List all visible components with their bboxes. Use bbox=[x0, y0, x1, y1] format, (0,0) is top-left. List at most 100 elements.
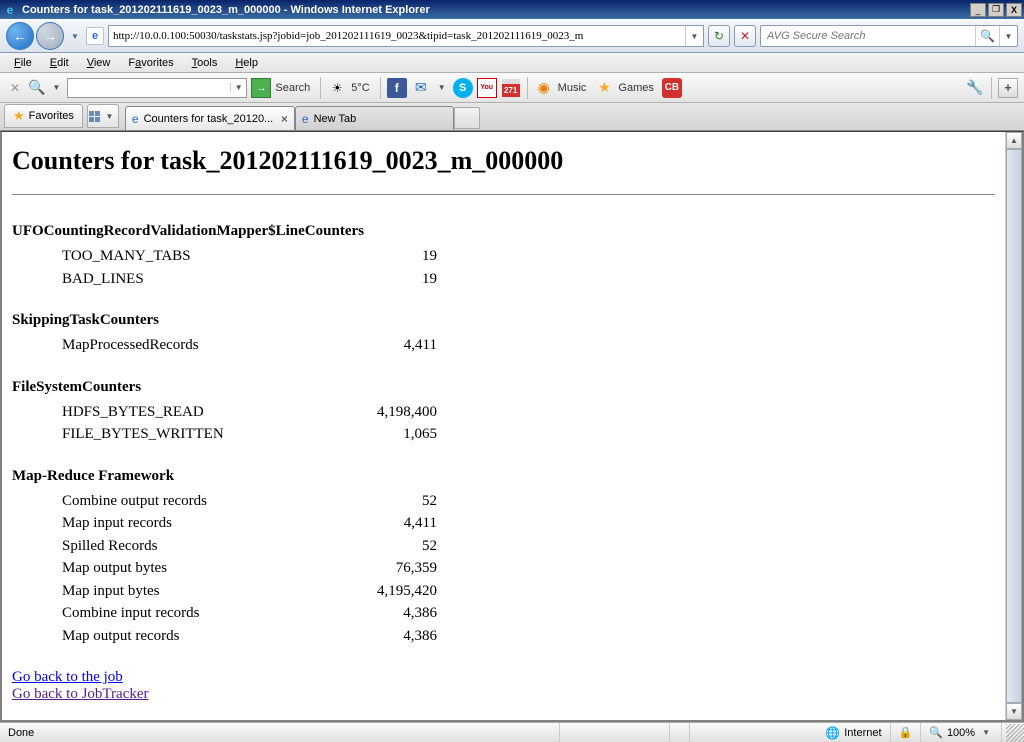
refresh-button[interactable]: ↻ bbox=[708, 25, 730, 47]
zoom-level: 100% bbox=[947, 727, 975, 739]
counter-group: UFOCountingRecordValidationMapper$LineCo… bbox=[12, 223, 995, 290]
counter-value: 4,386 bbox=[347, 602, 437, 625]
resize-grip[interactable] bbox=[1006, 724, 1024, 742]
toolbar-search-box[interactable]: ▼ bbox=[67, 78, 247, 98]
link-go-back-jobtracker[interactable]: Go back to JobTracker bbox=[12, 686, 995, 703]
address-bar[interactable]: ▼ bbox=[108, 25, 704, 47]
games-icon[interactable]: ★ bbox=[594, 78, 614, 98]
counter-name: MapProcessedRecords bbox=[12, 334, 347, 357]
browser-search-box[interactable]: 🔍 ▼ bbox=[760, 25, 1018, 47]
counter-value: 52 bbox=[347, 535, 437, 558]
quick-tabs-button[interactable]: ▼ bbox=[87, 104, 119, 128]
counter-value: 76,359 bbox=[347, 557, 437, 580]
toolbar-search-dropdown[interactable]: ▼ bbox=[230, 83, 246, 92]
window-titlebar: e Counters for task_201202111619_0023_m_… bbox=[0, 0, 1024, 19]
vertical-scrollbar[interactable]: ▲ ▼ bbox=[1005, 132, 1022, 720]
counter-row: Spilled Records52 bbox=[12, 535, 995, 558]
music-label[interactable]: Music bbox=[558, 82, 591, 94]
menu-file[interactable]: File bbox=[6, 55, 40, 71]
counter-name: Combine output records bbox=[12, 490, 347, 513]
counter-group: FileSystemCountersHDFS_BYTES_READ4,198,4… bbox=[12, 379, 995, 446]
menu-help[interactable]: Help bbox=[227, 55, 266, 71]
recent-pages-dropdown[interactable]: ▼ bbox=[68, 26, 82, 46]
search-icon: 🔍 bbox=[28, 79, 45, 96]
favorites-button[interactable]: ★ Favorites bbox=[4, 104, 83, 128]
tab-title: New Tab bbox=[314, 113, 357, 125]
counter-name: Map input records bbox=[12, 512, 347, 535]
counter-row: Combine output records52 bbox=[12, 490, 995, 513]
link-go-back-job[interactable]: Go back to the job bbox=[12, 669, 995, 686]
page-body: Counters for task_201202111619_0023_m_00… bbox=[2, 132, 1005, 720]
search-provider-dropdown[interactable]: ▼ bbox=[50, 83, 64, 92]
calendar-icon[interactable]: 271 bbox=[501, 78, 521, 98]
music-icon[interactable]: ◉ bbox=[534, 78, 554, 98]
counter-name: BAD_LINES bbox=[12, 268, 347, 291]
address-dropdown[interactable]: ▼ bbox=[685, 26, 703, 46]
counter-row: Map output records4,386 bbox=[12, 625, 995, 648]
counter-group-title: UFOCountingRecordValidationMapper$LineCo… bbox=[12, 223, 995, 240]
menu-edit[interactable]: Edit bbox=[42, 55, 77, 71]
counter-value: 52 bbox=[347, 490, 437, 513]
counter-group-title: Map-Reduce Framework bbox=[12, 468, 995, 485]
toolbar-search-input[interactable] bbox=[68, 82, 230, 94]
counter-value: 4,198,400 bbox=[347, 401, 437, 424]
counter-value: 4,386 bbox=[347, 625, 437, 648]
browser-search-go[interactable]: 🔍 bbox=[975, 26, 999, 46]
navigation-bar: ← → ▼ e ▼ ↻ ✕ 🔍 ▼ bbox=[0, 19, 1024, 53]
page-heading: Counters for task_201202111619_0023_m_00… bbox=[12, 146, 995, 176]
menu-tools[interactable]: Tools bbox=[184, 55, 226, 71]
weather-icon[interactable]: ☀ bbox=[327, 78, 347, 98]
content-area: Counters for task_201202111619_0023_m_00… bbox=[0, 131, 1024, 722]
menu-bar: File Edit View Favorites Tools Help bbox=[0, 53, 1024, 73]
tab-active[interactable]: e Counters for task_20120... × bbox=[125, 106, 295, 130]
counter-name: Spilled Records bbox=[12, 535, 347, 558]
close-button[interactable]: X bbox=[1006, 3, 1022, 17]
new-tab-button[interactable] bbox=[454, 107, 480, 129]
zoom-icon: 🔍 bbox=[929, 726, 943, 739]
tab-strip: ★ Favorites ▼ e Counters for task_20120.… bbox=[0, 103, 1024, 131]
counter-name: TOO_MANY_TABS bbox=[12, 245, 347, 268]
games-label[interactable]: Games bbox=[618, 82, 657, 94]
scroll-down-button[interactable]: ▼ bbox=[1006, 703, 1022, 720]
scroll-up-button[interactable]: ▲ bbox=[1006, 132, 1022, 149]
facebook-icon[interactable]: f bbox=[387, 78, 407, 98]
youtube-icon[interactable]: You bbox=[477, 78, 497, 98]
counter-row: Map output bytes76,359 bbox=[12, 557, 995, 580]
browser-search-dropdown[interactable]: ▼ bbox=[999, 26, 1017, 46]
maximize-button[interactable]: ❐ bbox=[988, 3, 1004, 17]
cb-icon[interactable]: CB bbox=[662, 78, 682, 98]
counter-value: 19 bbox=[347, 245, 437, 268]
minimize-button[interactable]: _ bbox=[970, 3, 986, 17]
menu-view[interactable]: View bbox=[79, 55, 119, 71]
skype-icon[interactable]: S bbox=[453, 78, 473, 98]
tab-close-icon[interactable]: × bbox=[281, 112, 288, 126]
tab-title: Counters for task_20120... bbox=[144, 113, 274, 125]
security-zone[interactable]: 🌐 Internet bbox=[817, 723, 890, 742]
counter-value: 19 bbox=[347, 268, 437, 291]
address-input[interactable] bbox=[109, 30, 685, 42]
counter-name: Combine input records bbox=[12, 602, 347, 625]
forward-button[interactable]: → bbox=[36, 22, 64, 50]
protected-mode[interactable]: 🔒 bbox=[891, 723, 922, 742]
counter-row: FILE_BYTES_WRITTEN1,065 bbox=[12, 423, 995, 446]
mail-icon[interactable]: ✉ bbox=[411, 78, 431, 98]
scroll-thumb[interactable] bbox=[1006, 149, 1022, 703]
add-toolbar-button[interactable]: + bbox=[998, 78, 1018, 98]
tab-favicon: e bbox=[302, 112, 309, 126]
mail-dropdown[interactable]: ▼ bbox=[435, 83, 449, 92]
weather-temp: 5°C bbox=[351, 82, 373, 94]
lock-icon: 🔒 bbox=[899, 726, 913, 739]
tools-icon[interactable]: 🔧 bbox=[965, 78, 985, 98]
back-button[interactable]: ← bbox=[6, 22, 34, 50]
menu-favorites[interactable]: Favorites bbox=[120, 55, 181, 71]
stop-button[interactable]: ✕ bbox=[734, 25, 756, 47]
counter-name: Map input bytes bbox=[12, 580, 347, 603]
tab-favicon: e bbox=[132, 112, 139, 126]
zoom-control[interactable]: 🔍 100% ▼ bbox=[921, 723, 1002, 742]
toolbar-search-go[interactable]: → bbox=[251, 78, 271, 98]
toolbar-close-icon[interactable]: ✕ bbox=[6, 81, 24, 95]
counter-row: TOO_MANY_TABS19 bbox=[12, 245, 995, 268]
tab-new[interactable]: e New Tab bbox=[295, 106, 454, 130]
browser-search-input[interactable] bbox=[761, 30, 975, 42]
ie-icon: e bbox=[2, 2, 18, 18]
